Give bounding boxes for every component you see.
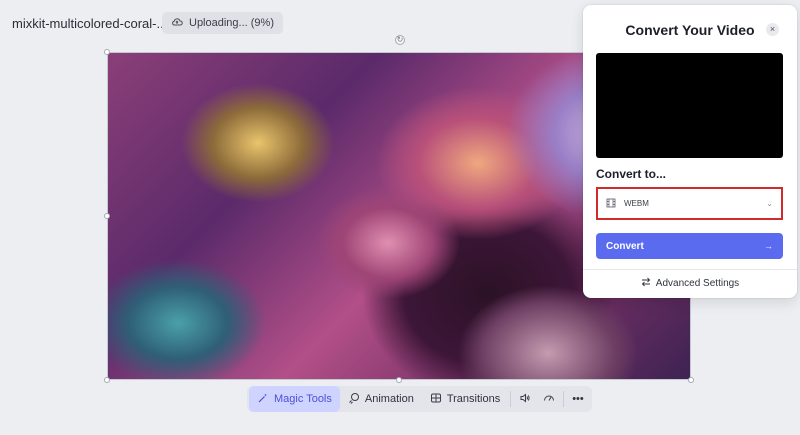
animation-icon <box>348 392 360 407</box>
convert-to-label: Convert to... <box>596 167 667 181</box>
panel-title: Convert Your Video <box>625 22 755 38</box>
speed-button[interactable] <box>537 386 561 412</box>
edit-toolbar: Magic Tools Animation Transitions ••• <box>247 386 592 412</box>
transitions-button[interactable]: Transitions <box>422 386 508 412</box>
magic-tools-button[interactable]: Magic Tools <box>249 386 340 412</box>
format-select-value: WEBM <box>624 199 649 208</box>
film-icon <box>606 198 616 210</box>
video-preview <box>596 53 783 158</box>
wand-icon <box>257 392 269 407</box>
resize-handle-top-left[interactable] <box>104 49 110 55</box>
resize-handle-bottom[interactable] <box>396 377 402 383</box>
animation-label: Animation <box>364 393 414 405</box>
animation-button[interactable]: Animation <box>340 386 422 412</box>
close-icon[interactable]: × <box>766 23 779 36</box>
resize-handle-bottom-left[interactable] <box>104 377 110 383</box>
toolbar-divider <box>510 391 512 407</box>
cloud-upload-icon <box>171 16 183 31</box>
magic-tools-label: Magic Tools <box>274 393 332 405</box>
convert-button-label: Convert <box>606 240 644 252</box>
volume-icon <box>519 392 531 407</box>
more-options-button[interactable]: ••• <box>566 386 590 412</box>
upload-status-text: Uploading... (9%) <box>189 17 274 29</box>
chevron-down-icon: ⌄ <box>766 199 773 208</box>
resize-handle-bottom-right[interactable] <box>688 377 694 383</box>
volume-button[interactable] <box>513 386 537 412</box>
upload-status-chip: Uploading... (9%) <box>162 12 283 34</box>
resize-handle-left[interactable] <box>104 213 110 219</box>
rotate-handle[interactable]: ↻ <box>395 35 405 45</box>
advanced-settings-button[interactable]: Advanced Settings <box>583 277 797 290</box>
arrows-swap-icon <box>641 277 651 290</box>
panel-divider <box>583 269 797 270</box>
format-select[interactable]: WEBM ⌄ <box>596 187 783 220</box>
speedometer-icon <box>543 392 555 407</box>
convert-button[interactable]: Convert → <box>596 233 783 259</box>
transitions-icon <box>430 392 442 407</box>
toolbar-divider <box>563 391 565 407</box>
arrow-right-icon: → <box>764 241 773 251</box>
transitions-label: Transitions <box>446 393 501 405</box>
advanced-settings-label: Advanced Settings <box>655 278 740 289</box>
convert-video-panel: Convert Your Video × Convert to... WEBM … <box>583 5 797 298</box>
file-title[interactable]: mixkit-multicolored-coral-... <box>12 16 167 31</box>
